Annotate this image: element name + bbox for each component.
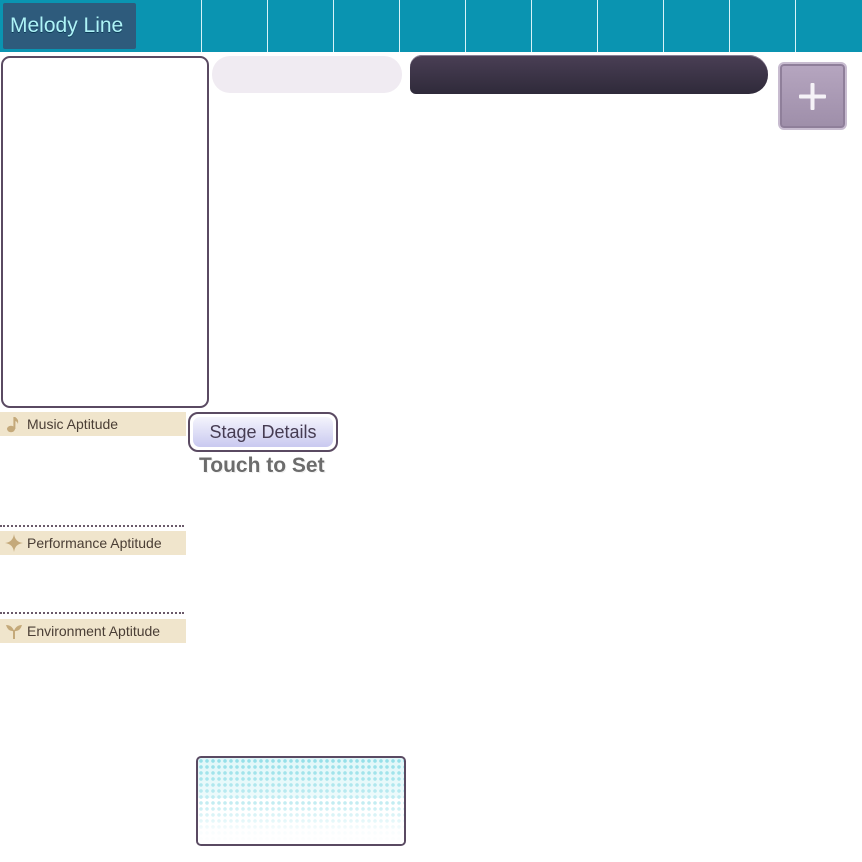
portrait-frame[interactable] <box>1 56 209 408</box>
title-field[interactable] <box>410 55 768 94</box>
music-note-icon <box>7 417 19 433</box>
plus-icon <box>799 83 826 110</box>
header-segment <box>465 0 531 52</box>
performance-aptitude-label: Performance Aptitude <box>0 531 186 555</box>
music-aptitude-label: Music Aptitude <box>0 412 186 436</box>
header-segment <box>201 0 267 52</box>
aptitude-text: Performance Aptitude <box>27 535 162 551</box>
aptitude-text: Music Aptitude <box>27 416 119 432</box>
stage-details-label: Stage Details <box>193 417 333 447</box>
aptitude-text: Environment Aptitude <box>27 623 161 639</box>
add-button[interactable] <box>778 62 847 130</box>
name-field[interactable] <box>212 56 402 93</box>
bottom-card[interactable] <box>196 756 406 846</box>
divider <box>0 612 184 614</box>
environment-aptitude-label: Environment Aptitude <box>0 619 186 643</box>
header-segment <box>267 0 333 52</box>
header-segment <box>729 0 795 52</box>
card-fade <box>198 758 404 844</box>
header-segment <box>663 0 729 52</box>
header-segment <box>795 0 861 52</box>
stage-details-button[interactable]: Stage Details <box>188 412 338 452</box>
sprout-icon <box>6 625 22 639</box>
touch-to-set-hint[interactable]: Touch to Set <box>199 454 325 478</box>
page-title: Melody Line <box>3 3 136 49</box>
header-segment <box>531 0 597 52</box>
header-segment <box>333 0 399 52</box>
header-segment <box>399 0 465 52</box>
sparkle-icon <box>5 534 23 552</box>
divider <box>0 525 184 527</box>
header-segment <box>597 0 663 52</box>
